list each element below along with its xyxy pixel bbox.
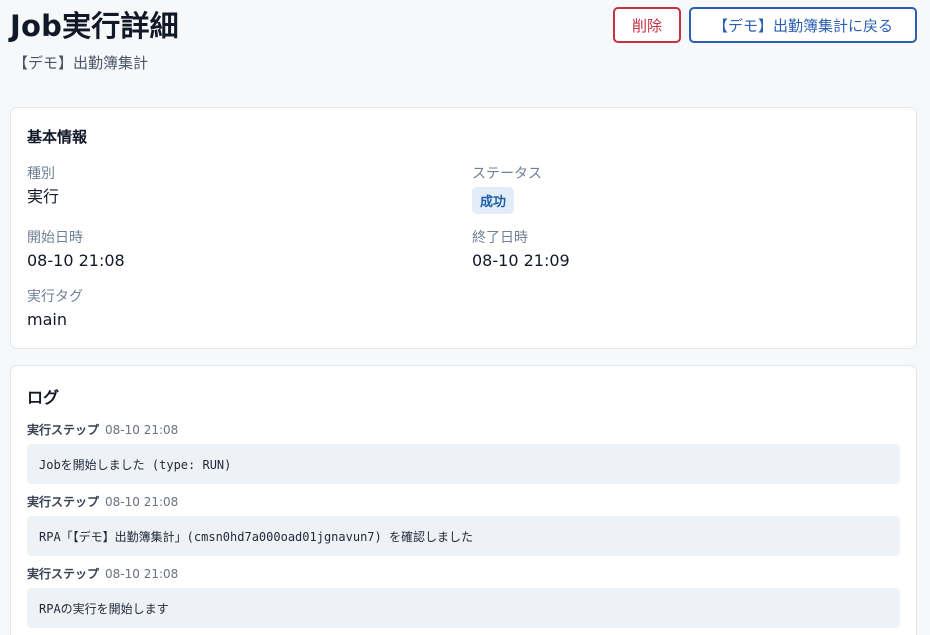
exec-tag-value: main [27, 310, 67, 329]
delete-button[interactable]: 削除 [613, 7, 681, 43]
log-entry: 実行ステップ 08-10 21:08 RPAの実行を開始します [27, 566, 900, 628]
exec-tag-field: 実行タグ main [27, 288, 83, 330]
page-subtitle: 【デモ】出勤簿集計 [13, 54, 149, 72]
end-time-field: 終了日時 08-10 21:09 [472, 229, 570, 271]
type-field: 種別 実行 [27, 165, 59, 207]
page-title: Job実行詳細 [10, 9, 179, 43]
log-step-label: 実行ステップ [27, 495, 100, 509]
status-field: ステータス 成功 [472, 165, 542, 214]
log-entry: 実行ステップ 08-10 21:08 RPA「【デモ】出勤簿集計」(cmsn0hd… [27, 494, 900, 556]
log-timestamp: 08-10 21:08 [105, 423, 179, 437]
type-value: 実行 [27, 187, 60, 206]
log-message: RPAの実行を開始します [27, 588, 900, 628]
exec-tag-label: 実行タグ [27, 289, 83, 305]
log-entry-meta: 実行ステップ 08-10 21:08 [27, 566, 900, 582]
log-message: Jobを開始しました (type: RUN) [27, 444, 900, 484]
log-timestamp: 08-10 21:08 [105, 567, 179, 581]
start-time-label: 開始日時 [27, 230, 83, 246]
end-time-label: 終了日時 [472, 230, 528, 246]
start-time-value: 08-10 21:08 [27, 251, 125, 270]
status-badge: 成功 [472, 187, 515, 214]
log-message: RPA「【デモ】出勤簿集計」(cmsn0hd7a000oad01jgnavun7… [27, 516, 900, 556]
page-header: Job実行詳細 【デモ】出勤簿集計 削除 【デモ】出勤簿集計に戻る [10, 6, 917, 76]
status-label: ステータス [472, 166, 542, 182]
log-title: ログ [27, 388, 60, 407]
end-time-value: 08-10 21:09 [472, 251, 570, 270]
log-entry: 実行ステップ 08-10 21:08 Jobを開始しました (type: RUN) [27, 422, 900, 484]
log-entry-meta: 実行ステップ 08-10 21:08 [27, 494, 900, 510]
start-time-field: 開始日時 08-10 21:08 [27, 229, 125, 271]
log-step-label: 実行ステップ [27, 423, 100, 437]
log-timestamp: 08-10 21:08 [105, 495, 179, 509]
log-step-label: 実行ステップ [27, 567, 100, 581]
back-to-rpa-button[interactable]: 【デモ】出勤簿集計に戻る [689, 7, 917, 43]
basic-info-card: 基本情報 種別 実行 ステータス 成功 開始日時 08-10 21:08 終了日… [10, 107, 917, 349]
log-entry-meta: 実行ステップ 08-10 21:08 [27, 422, 900, 438]
type-label: 種別 [27, 166, 55, 182]
job-detail-page: Job実行詳細 【デモ】出勤簿集計 削除 【デモ】出勤簿集計に戻る 基本情報 種… [0, 0, 930, 635]
log-card: ログ 実行ステップ 08-10 21:08 Jobを開始しました (type: R… [10, 365, 917, 635]
basic-info-title: 基本情報 [27, 128, 88, 146]
